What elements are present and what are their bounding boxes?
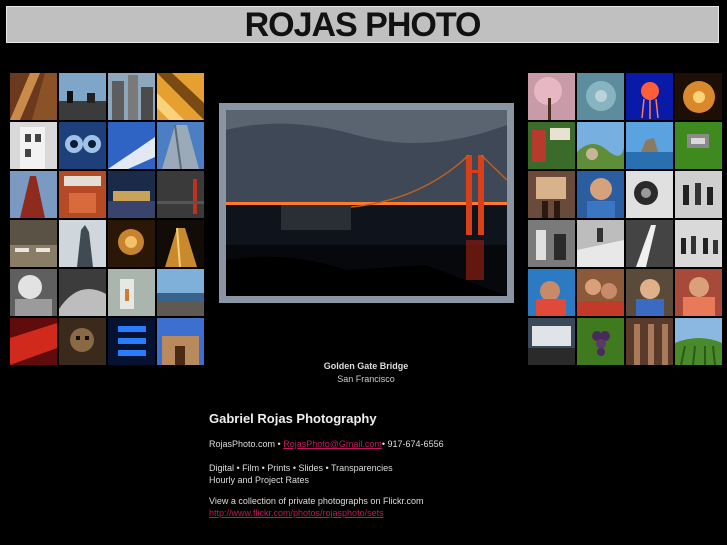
flickr-link[interactable]: http://www.flickr.com/photos/rojasphoto/… (209, 508, 384, 518)
thumbnail-photo[interactable] (157, 171, 204, 218)
thumbnail-photo[interactable] (59, 220, 106, 267)
thumbnail-photo[interactable] (675, 171, 722, 218)
thumbnail-photo[interactable] (577, 122, 624, 169)
business-heading: Gabriel Rojas Photography (209, 411, 377, 426)
thumbnail-photo[interactable] (626, 269, 673, 316)
thumbnail-photo[interactable] (59, 269, 106, 316)
thumbnail-photo[interactable] (626, 122, 673, 169)
thumbnail-photo[interactable] (626, 73, 673, 120)
thumbnail-photo[interactable] (157, 318, 204, 365)
thumbnail-photo[interactable] (157, 220, 204, 267)
thumbnail-photo[interactable] (577, 269, 624, 316)
thumbnail-photo[interactable] (626, 220, 673, 267)
thumbnail-photo[interactable] (528, 122, 575, 169)
thumbnail-photo[interactable] (59, 73, 106, 120)
thumbnail-photo[interactable] (59, 171, 106, 218)
thumbnail-photo[interactable] (577, 318, 624, 365)
thumbnail-photo[interactable] (10, 220, 57, 267)
thumbnail-photo[interactable] (108, 220, 155, 267)
thumbnail-photo[interactable] (10, 73, 57, 120)
thumbnail-photo[interactable] (528, 318, 575, 365)
thumbnail-photo[interactable] (10, 318, 57, 365)
site-name: RojasPhoto.com (209, 439, 276, 449)
thumbnail-photo[interactable] (108, 73, 155, 120)
services-line: Digital • Film • Prints • Slides • Trans… (209, 463, 393, 473)
featured-photo-frame (219, 103, 514, 303)
thumbnail-photo[interactable] (59, 122, 106, 169)
separator-dot: • (275, 439, 284, 449)
email-link[interactable]: RojasPhoto@Gmail.com (283, 439, 382, 449)
site-title: ROJAS PHOTO (244, 5, 482, 44)
contact-line: RojasPhoto.com • RojasPhoto@Gmail.com• 9… (209, 439, 444, 449)
phone-number: 917-674-6556 (387, 439, 444, 449)
right-thumbnail-grid (528, 73, 722, 365)
thumbnail-photo[interactable] (528, 269, 575, 316)
thumbnail-photo[interactable] (577, 171, 624, 218)
thumbnail-photo[interactable] (528, 220, 575, 267)
flickr-description: View a collection of private photographs… (209, 496, 424, 506)
thumbnail-photo[interactable] (157, 269, 204, 316)
thumbnail-photo[interactable] (528, 73, 575, 120)
thumbnail-photo[interactable] (157, 122, 204, 169)
thumbnail-photo[interactable] (10, 171, 57, 218)
thumbnail-photo[interactable] (59, 318, 106, 365)
thumbnail-photo[interactable] (108, 171, 155, 218)
left-thumbnail-grid (10, 73, 204, 365)
thumbnail-photo[interactable] (108, 122, 155, 169)
thumbnail-photo[interactable] (675, 269, 722, 316)
thumbnail-photo[interactable] (10, 122, 57, 169)
thumbnail-photo[interactable] (675, 73, 722, 120)
thumbnail-photo[interactable] (626, 171, 673, 218)
thumbnail-photo[interactable] (157, 73, 204, 120)
thumbnail-photo[interactable] (577, 73, 624, 120)
thumbnail-photo[interactable] (108, 269, 155, 316)
thumbnail-photo[interactable] (528, 171, 575, 218)
rates-line: Hourly and Project Rates (209, 475, 310, 485)
featured-photo-location: San Francisco (337, 374, 395, 384)
featured-photo[interactable] (226, 110, 507, 296)
thumbnail-photo[interactable] (675, 220, 722, 267)
thumbnail-photo[interactable] (626, 318, 673, 365)
thumbnail-photo[interactable] (10, 269, 57, 316)
featured-photo-title: Golden Gate Bridge (323, 361, 409, 371)
flickr-link-line: http://www.flickr.com/photos/rojasphoto/… (209, 508, 384, 518)
thumbnail-photo[interactable] (675, 318, 722, 365)
site-banner: ROJAS PHOTO (6, 6, 719, 43)
thumbnail-photo[interactable] (108, 318, 155, 365)
thumbnail-photo[interactable] (577, 220, 624, 267)
thumbnail-photo[interactable] (675, 122, 722, 169)
